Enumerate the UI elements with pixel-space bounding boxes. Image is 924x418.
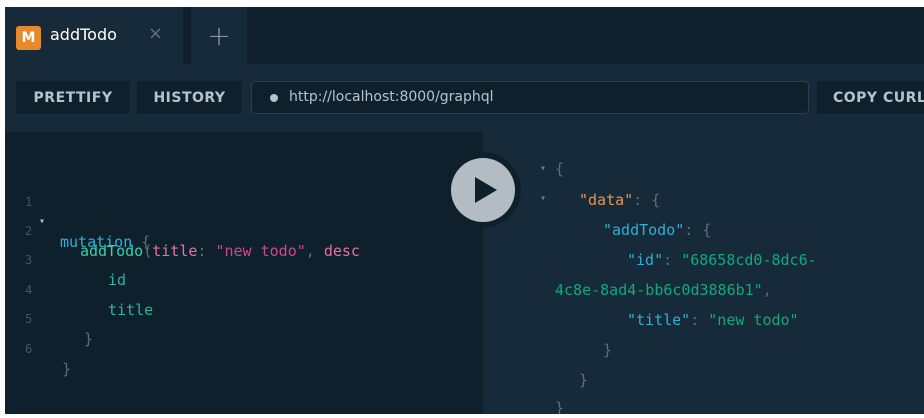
json-colon: : (663, 251, 682, 269)
brace: } (62, 360, 72, 378)
endpoint-url-input[interactable]: http://localhost:8000/graphql (251, 81, 809, 114)
json-value: 4c8e-8ad4-bb6c0d3886b1" (555, 281, 763, 299)
line-number: 6 (25, 342, 33, 356)
field-id: id (108, 271, 127, 289)
json-brace: { (555, 160, 565, 178)
colon: : (197, 242, 216, 260)
json-value: "68658cd0-8dc6- (681, 251, 817, 269)
copy-curl-button[interactable]: COPY CURL (817, 81, 924, 114)
json-brace: { (702, 221, 712, 239)
json-line-data: "data": { (579, 190, 660, 210)
fold-icon[interactable]: ▾ (540, 163, 546, 174)
toolbar: PRETTIFY HISTORY http://localhost:8000/g… (5, 64, 924, 132)
tab-title: addTodo (50, 25, 117, 44)
json-key: "title" (627, 311, 691, 329)
status-dot-icon (270, 94, 278, 102)
arg-value: "new todo" (215, 242, 306, 260)
json-line-addtodo: "addTodo": { (603, 220, 711, 240)
history-button[interactable]: HISTORY (137, 81, 242, 114)
json-line-title: "title": "new todo" (627, 310, 799, 330)
comma: , (305, 242, 324, 260)
json-line-id: "id": "68658cd0-8dc6- (627, 250, 817, 270)
field-title: title (108, 301, 154, 319)
json-colon: : (684, 221, 703, 239)
editor-line: 3 id (5, 230, 126, 289)
json-brace: { (651, 191, 661, 209)
editor-line: 1 ▾ mutation { (5, 172, 150, 251)
close-icon[interactable]: × (148, 23, 163, 44)
json-key: "data" (579, 191, 634, 209)
json-brace: } (603, 341, 613, 359)
tab-addtodo[interactable]: M addTodo × (5, 7, 183, 64)
json-colon: : (690, 311, 709, 329)
json-brace: } (579, 371, 589, 389)
prettify-button[interactable]: PRETTIFY (16, 81, 130, 114)
editor-line: 6 } (5, 319, 71, 378)
json-brace: } (555, 399, 565, 414)
arg-description: desc (323, 242, 360, 260)
editor-line: 4 title (5, 260, 153, 319)
paren: ( (143, 242, 153, 260)
editor-line: 5 } (5, 289, 93, 348)
graphql-playground: M addTodo × + PRETTIFY HISTORY http://lo… (5, 7, 924, 414)
play-button-circle[interactable] (451, 158, 515, 222)
play-icon (475, 177, 497, 203)
fold-icon[interactable]: ▾ (540, 193, 546, 204)
json-key: "addTodo" (603, 221, 685, 239)
execute-query-button[interactable] (445, 152, 521, 228)
json-colon: : (633, 191, 652, 209)
field-addtodo: addTodo (80, 242, 144, 260)
editor-line: 2 addTodo(title: "new todo", desc (5, 201, 360, 260)
brace: } (84, 330, 94, 348)
json-comma: , (762, 281, 772, 299)
result-viewer: ▾ { ▾ "data": { "addTodo": { "id": "6865… (483, 132, 924, 414)
mutation-badge: M (16, 26, 41, 50)
add-tab-button[interactable]: + (191, 7, 247, 64)
json-value: "new todo" (708, 311, 799, 329)
endpoint-url-text: http://localhost:8000/graphql (289, 89, 494, 105)
json-line-id-cont: 4c8e-8ad4-bb6c0d3886b1", (555, 280, 772, 300)
arg-title: title (152, 242, 198, 260)
query-editor[interactable]: 1 ▾ mutation { 2 addTodo(title: "new tod… (5, 132, 483, 414)
tab-bar: M addTodo × + (5, 7, 924, 64)
json-key: "id" (627, 251, 664, 269)
